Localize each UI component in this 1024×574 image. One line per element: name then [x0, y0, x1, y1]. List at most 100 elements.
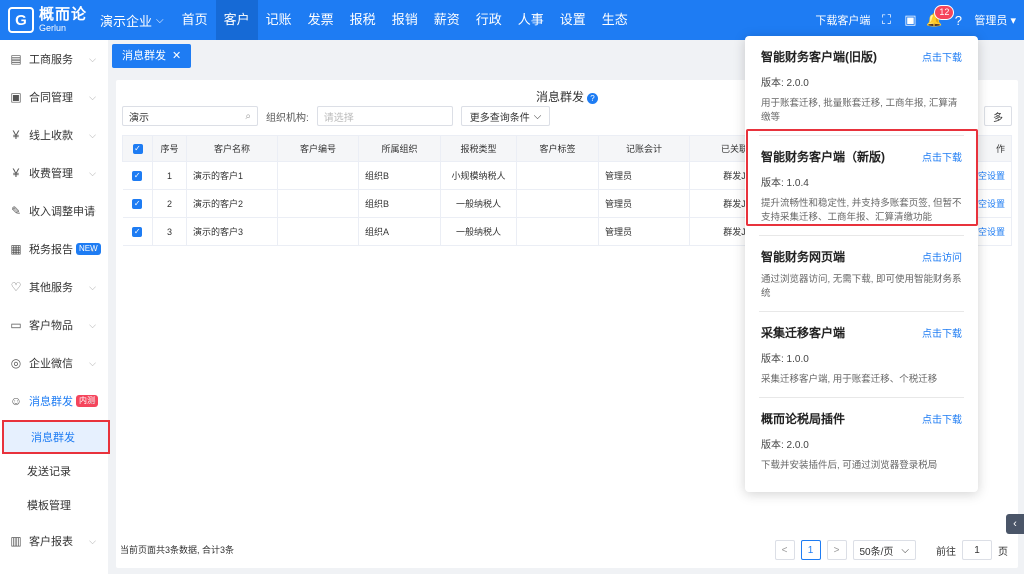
id-card-icon: ▤	[10, 52, 22, 66]
question-icon[interactable]: ?	[587, 93, 598, 104]
sidebar-subitem[interactable]: 消息群发	[2, 420, 110, 454]
cell-name: 演示的客户1	[186, 161, 278, 190]
sidebar-item-label: 客户物品	[29, 320, 73, 332]
nav-item[interactable]: 记账	[258, 0, 300, 40]
chevron-down-icon: ⌵	[89, 243, 96, 254]
download-client-link[interactable]: 下载客户端	[815, 12, 870, 28]
fee-icon: ¥	[12, 166, 20, 180]
company-switcher[interactable]: 演示企业 ⌵	[90, 11, 174, 30]
cell-no: 3	[152, 217, 187, 246]
cell-tag	[516, 161, 599, 190]
sidebar-item[interactable]: ▥ 客户报表 ⌵	[0, 522, 108, 560]
close-icon[interactable]: ✕	[172, 44, 181, 68]
sidebar-item[interactable]: ¥ 收费管理 ⌵	[0, 154, 108, 192]
sidebar-item[interactable]: ▤ 工商服务 ⌵	[0, 40, 108, 78]
nav-item[interactable]: 客户	[215, 0, 258, 40]
nav-item[interactable]: 人事	[510, 0, 552, 40]
nav-item[interactable]: 报销	[384, 0, 426, 40]
next-page-button[interactable]: >	[826, 540, 847, 560]
download-action-link[interactable]: 点击访问	[922, 249, 962, 264]
nav-item[interactable]: 报税	[342, 0, 384, 40]
page-size-select[interactable]: 50条/页 ⌵	[852, 540, 916, 560]
tab-message-broadcast[interactable]: 消息群发 ✕	[112, 44, 192, 68]
sidebar-subitem[interactable]: 发送记录	[0, 454, 108, 488]
prev-page-button[interactable]: <	[774, 540, 795, 560]
chevron-down-icon: ⌵	[89, 53, 96, 64]
col-header: 客户标签	[516, 135, 599, 162]
sidebar-item[interactable]: ✎ 收入调整申请 ⌵	[0, 192, 108, 230]
bell-icon[interactable]: 🔔 12	[926, 5, 955, 28]
download-item-title: 概而论税局插件	[761, 412, 846, 426]
pagination: < 1 > 50条/页 ⌵ 前往 1 页	[774, 540, 1008, 560]
sidebar-item[interactable]: ♡ 其他服务 ⌵	[0, 268, 108, 306]
chevron-down-icon: ⌵	[89, 129, 96, 140]
download-item: 智能财务客户端(旧版) 点击下载 版本: 2.0.0 用于账套迁移, 批量账套迁移, …	[759, 36, 964, 136]
cell-tax: 一般纳税人	[440, 189, 517, 218]
sidebar-item[interactable]: ¥ 线上收款 ⌵	[0, 116, 108, 154]
cell-no: 2	[152, 189, 187, 218]
user-name: 管理员	[974, 15, 1008, 27]
user-menu[interactable]: 管理员 ▾	[974, 12, 1016, 28]
chart-icon: ▥	[10, 534, 22, 548]
tab-bar: 消息群发 ✕	[112, 44, 192, 70]
download-item: 智能财务网页端 点击访问 通过浏览器访问, 无需下载, 即可使用智能财务系统	[759, 236, 964, 312]
download-action-link[interactable]: 点击下载	[922, 149, 962, 164]
more-query-button[interactable]: 更多查询条件 ⌵	[460, 106, 551, 126]
brand-name: 概而论	[39, 6, 88, 23]
cell-code	[277, 189, 359, 218]
page-number[interactable]: 1	[800, 540, 821, 560]
row-checkbox[interactable]: ✓	[122, 161, 153, 190]
company-label: 演示企业	[100, 13, 153, 29]
download-item: 智能财务客户端（新版) 点击下载 版本: 1.0.4 提升流畅性和稳定性, 并支持多账…	[759, 136, 964, 236]
cell-tag	[516, 217, 599, 246]
chevron-down-icon: ⌵	[89, 281, 96, 292]
goto-label: 前往	[936, 546, 956, 558]
nav-item[interactable]: 薪资	[426, 0, 468, 40]
nav-item[interactable]: 发票	[300, 0, 342, 40]
col-header: 序号	[152, 135, 187, 162]
help-icon[interactable]: ?	[950, 12, 966, 28]
nav-item[interactable]: 行政	[468, 0, 510, 40]
chevron-down-icon: ⌵	[89, 319, 96, 330]
sidebar-item[interactable]: ▦ 税务报告 NEW ⌵	[0, 230, 108, 268]
sidebar-item[interactable]: ▣ 合同管理 ⌵	[0, 78, 108, 116]
search-input[interactable]: 演示 ⌕	[122, 106, 258, 126]
download-action-link[interactable]: 点击下载	[922, 325, 962, 340]
select-all-checkbox[interactable]: ✓	[122, 135, 153, 162]
org-select[interactable]: 请选择	[316, 106, 453, 126]
download-action-link[interactable]: 点击下载	[922, 411, 962, 426]
brand-logo[interactable]: G 概而论 Gerlun	[0, 7, 90, 33]
top-navbar: G 概而论 Gerlun 演示企业 ⌵ 首页 客户 记账 发票 报税 报销 薪资 行政 人事 设置…	[0, 0, 1024, 40]
col-header: 记账会计	[598, 135, 690, 162]
download-item-version: 版本: 1.0.0	[761, 354, 809, 365]
org-label: 组织机构:	[266, 112, 309, 124]
cell-org: 组织B	[358, 189, 441, 218]
download-item: 采集迁移客户端 点击下载 版本: 1.0.0 采集迁移客户端, 用于账套迁移、个税迁移	[759, 312, 964, 398]
clipboard-icon[interactable]: ▣	[902, 12, 918, 28]
sidebar-subitem[interactable]: 模板管理	[0, 488, 108, 522]
more-button[interactable]: 多	[984, 106, 1012, 126]
chevron-down-icon: ⌵	[89, 395, 96, 406]
nav-item[interactable]: 生态	[594, 0, 636, 40]
nav-item[interactable]: 首页	[174, 0, 216, 40]
row-checkbox[interactable]: ✓	[122, 217, 153, 246]
payment-icon: ¥	[12, 128, 20, 142]
chevron-down-icon: ⌵	[89, 357, 96, 368]
chat-icon: ◎	[10, 356, 22, 370]
scan-icon[interactable]: ⛶	[878, 12, 894, 28]
search-icon[interactable]: ⌕	[245, 111, 251, 122]
nav-item[interactable]: 设置	[552, 0, 594, 40]
col-header: 报税类型	[440, 135, 517, 162]
goto-page-input[interactable]: 1	[962, 540, 992, 560]
sidebar-item-label: 工商服务	[29, 54, 73, 66]
sidebar-item[interactable]: ▭ 客户物品 ⌵	[0, 306, 108, 344]
col-header: 客户名称	[186, 135, 278, 162]
row-checkbox[interactable]: ✓	[122, 189, 153, 218]
chevron-down-icon: ⌵	[89, 535, 96, 546]
sidebar-item[interactable]: ◎ 企业微信 ⌵	[0, 344, 108, 382]
sidebar-item[interactable]: ☺ 消息群发 内测 ⌵	[0, 382, 108, 420]
chevron-left-icon[interactable]: ‹	[1006, 514, 1024, 534]
download-action-link[interactable]: 点击下载	[922, 49, 962, 64]
sidebar-item-label: 企业微信	[29, 358, 73, 370]
download-item-version: 版本: 2.0.0	[761, 440, 809, 451]
